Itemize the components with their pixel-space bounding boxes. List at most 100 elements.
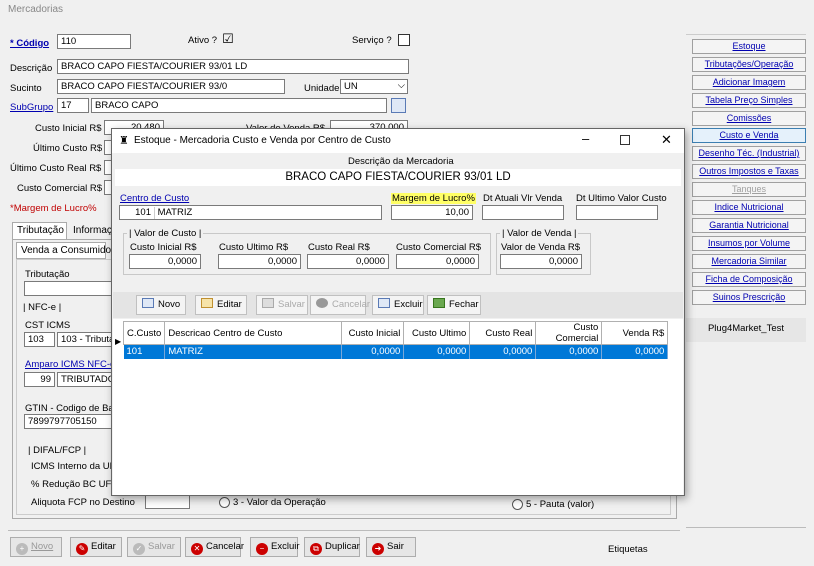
editar-button[interactable]: ✎ Editar	[70, 537, 122, 557]
etiquetas-label[interactable]: Etiquetas	[608, 544, 648, 555]
radio-pauta[interactable]	[512, 499, 523, 510]
custo-ultimo-dlg-input[interactable]: 0,0000	[218, 254, 301, 269]
aliquota-label: Aliquota FCP no Destino	[31, 497, 135, 508]
subtab-label: Venda a Consumidor	[21, 245, 115, 256]
custo-inicial-dlg-input[interactable]: 0,0000	[129, 254, 201, 269]
minimize-icon[interactable]: –	[582, 131, 589, 146]
servico-checkbox[interactable]	[398, 34, 410, 46]
cst-code-input[interactable]: 103	[24, 332, 55, 347]
col-venda[interactable]: Venda R$	[601, 321, 669, 345]
radio-valor-operacao-label: 3 - Valor da Operação	[233, 497, 326, 508]
col-descricao[interactable]: Descricao Centro de Custo	[164, 321, 343, 345]
valor-venda-group-title: | Valor de Venda |	[500, 228, 579, 239]
descricao-input[interactable]: BRACO CAPO FIESTA/COURIER 93/01 LD	[57, 59, 409, 74]
amparo-label[interactable]: Amparo ICMS NFC-e/N	[25, 359, 125, 370]
dt-ultimo-input[interactable]	[576, 205, 658, 220]
side-button-garantia-nutricional[interactable]: Garantia Nutricional	[692, 218, 806, 233]
col-custo-comercial[interactable]: Custo Comercial	[535, 321, 603, 345]
margem-label: *Margem de Lucro%	[10, 203, 97, 214]
ativo-checkbox[interactable]: ☑	[222, 32, 234, 46]
side-button-desenho-tec-industrial[interactable]: Desenho Téc. (Industrial)	[692, 146, 806, 161]
gtin-input[interactable]: 7899797705150	[24, 414, 112, 429]
cancelar-button[interactable]: ✕ Cancelar	[185, 537, 245, 557]
dt-atual-input[interactable]	[482, 205, 564, 220]
custo-real-dlg-input[interactable]: 0,0000	[307, 254, 389, 269]
check-icon: ✓	[133, 543, 145, 555]
exit-door-icon	[433, 298, 445, 308]
delete-icon	[378, 298, 390, 308]
amparo-code-input[interactable]: 99	[24, 372, 55, 387]
maximize-icon[interactable]	[620, 135, 630, 145]
cell-custo-ultimo: 0,0000	[403, 344, 471, 359]
side-button-mercadoria-similar[interactable]: Mercadoria Similar	[692, 254, 806, 269]
valor-venda-dlg-input[interactable]: 0,0000	[500, 254, 582, 269]
dlg-excluir-button[interactable]: Excluir	[372, 295, 424, 315]
salvar-button[interactable]: ✓ Salvar	[127, 537, 181, 557]
dialog-titlebar: ♜ Estoque - Mercadoria Custo e Venda por…	[112, 129, 684, 153]
duplicar-button[interactable]: ⧉ Duplicar	[304, 537, 360, 557]
sucinto-input[interactable]: BRACO CAPO FIESTA/COURIER 93/0	[57, 79, 285, 94]
amparo-text-input[interactable]: TRIBUTADO I	[57, 372, 112, 387]
dlg-editar-button[interactable]: Editar	[195, 295, 247, 315]
tab-informacoes[interactable]: Informaç	[69, 223, 114, 239]
custo-comercial-dlg-input[interactable]: 0,0000	[396, 254, 479, 269]
dlg-novo-button[interactable]: Novo	[136, 295, 186, 315]
cancel-icon: ✕	[191, 543, 203, 555]
centro-custo-label[interactable]: Centro de Custo	[120, 193, 189, 204]
cst-text-input[interactable]: 103 - Tributa	[57, 332, 112, 347]
margem-lucro-input[interactable]: 10,00	[391, 205, 473, 220]
custo-comercial-dlg-label: Custo Comercial R$	[396, 242, 481, 253]
dlg-cancelar-label: Cancelar	[332, 299, 371, 310]
side-button-tributacoes-operacao[interactable]: Tributações/Operação	[692, 57, 806, 72]
custo-inicial-label: Custo Inicial R$	[35, 123, 102, 134]
sair-button[interactable]: ➜ Sair	[366, 537, 416, 557]
subtab-venda-consumidor[interactable]: Venda a Consumidor	[16, 242, 114, 259]
side-button-custo-e-venda[interactable]: Custo e Venda	[692, 128, 806, 143]
side-button-insumos-por-volume[interactable]: Insumos por Volume	[692, 236, 806, 251]
side-button-outros-impostos-e-taxas[interactable]: Outros Impostos e Taxas	[692, 164, 806, 179]
radio-valor-operacao[interactable]	[219, 497, 230, 508]
codigo-input[interactable]: 110	[57, 34, 131, 49]
col-custo-ultimo[interactable]: Custo Ultimo	[403, 321, 471, 345]
side-button-suinos-prescricao[interactable]: Suinos Prescrição	[692, 290, 806, 305]
save-icon	[262, 298, 274, 308]
dlg-cancelar-button[interactable]: Cancelar	[310, 295, 370, 315]
table-row[interactable]: 101 MATRIZ 0,0000 0,0000 0,0000 0,0000 0…	[123, 344, 669, 359]
subgrupo-name-input[interactable]: BRACO CAPO	[91, 98, 387, 113]
side-button-ficha-de-composicao[interactable]: Ficha de Composição	[692, 272, 806, 287]
centro-custo-code: 101	[123, 207, 155, 219]
tributacao-input[interactable]	[24, 281, 112, 296]
col-ccusto[interactable]: C.Custo	[122, 321, 166, 345]
side-button-comissoes[interactable]: Comissões	[692, 111, 806, 126]
dlg-salvar-button[interactable]: Salvar	[256, 295, 308, 315]
edit-icon	[201, 298, 213, 308]
new-record-icon	[142, 298, 154, 308]
close-icon[interactable]: ✕	[661, 132, 672, 148]
aliquota-input[interactable]	[145, 494, 190, 509]
subgrupo-label[interactable]: SubGrupo	[10, 102, 53, 113]
tab-informacoes-label: Informaç	[73, 225, 112, 236]
side-button-adicionar-imagem[interactable]: Adicionar Imagem	[692, 75, 806, 90]
cancelar-label: Cancelar	[206, 541, 245, 552]
col-custo-real[interactable]: Custo Real	[469, 321, 537, 345]
margem-lucro-label: Margem de Lucro%	[391, 193, 476, 204]
side-button-tanques[interactable]: Tanques	[692, 182, 806, 197]
subgrupo-code-input[interactable]: 17	[57, 98, 89, 113]
dlg-fechar-button[interactable]: Fechar	[427, 295, 481, 315]
cell-ccusto: 101	[123, 344, 166, 359]
dialog-title: Estoque - Mercadoria Custo e Venda por C…	[134, 135, 391, 146]
subgrupo-search-icon[interactable]	[391, 98, 406, 113]
excluir-button[interactable]: − Excluir	[250, 537, 300, 557]
col-custo-inicial[interactable]: Custo Inicial	[341, 321, 405, 345]
side-button-estoque[interactable]: Estoque	[692, 39, 806, 54]
unidade-select[interactable]: UN ⌵	[340, 79, 408, 94]
side-button-tabela-preco-simples[interactable]: Tabela Preço Simples	[692, 93, 806, 108]
codigo-label[interactable]: * Código	[10, 38, 49, 49]
tab-tributacao[interactable]: Tributação	[12, 222, 67, 239]
centro-custo-input[interactable]: 101 MATRIZ	[119, 205, 382, 220]
radio-pauta-label: 5 - Pauta (valor)	[526, 499, 595, 510]
valor-venda-dlg-label: Valor de Venda R$	[501, 242, 581, 253]
novo-button[interactable]: + Novo	[10, 537, 62, 557]
side-button-indice-nutricional[interactable]: Indice Nutricional	[692, 200, 806, 215]
exit-icon: ➜	[372, 543, 384, 555]
